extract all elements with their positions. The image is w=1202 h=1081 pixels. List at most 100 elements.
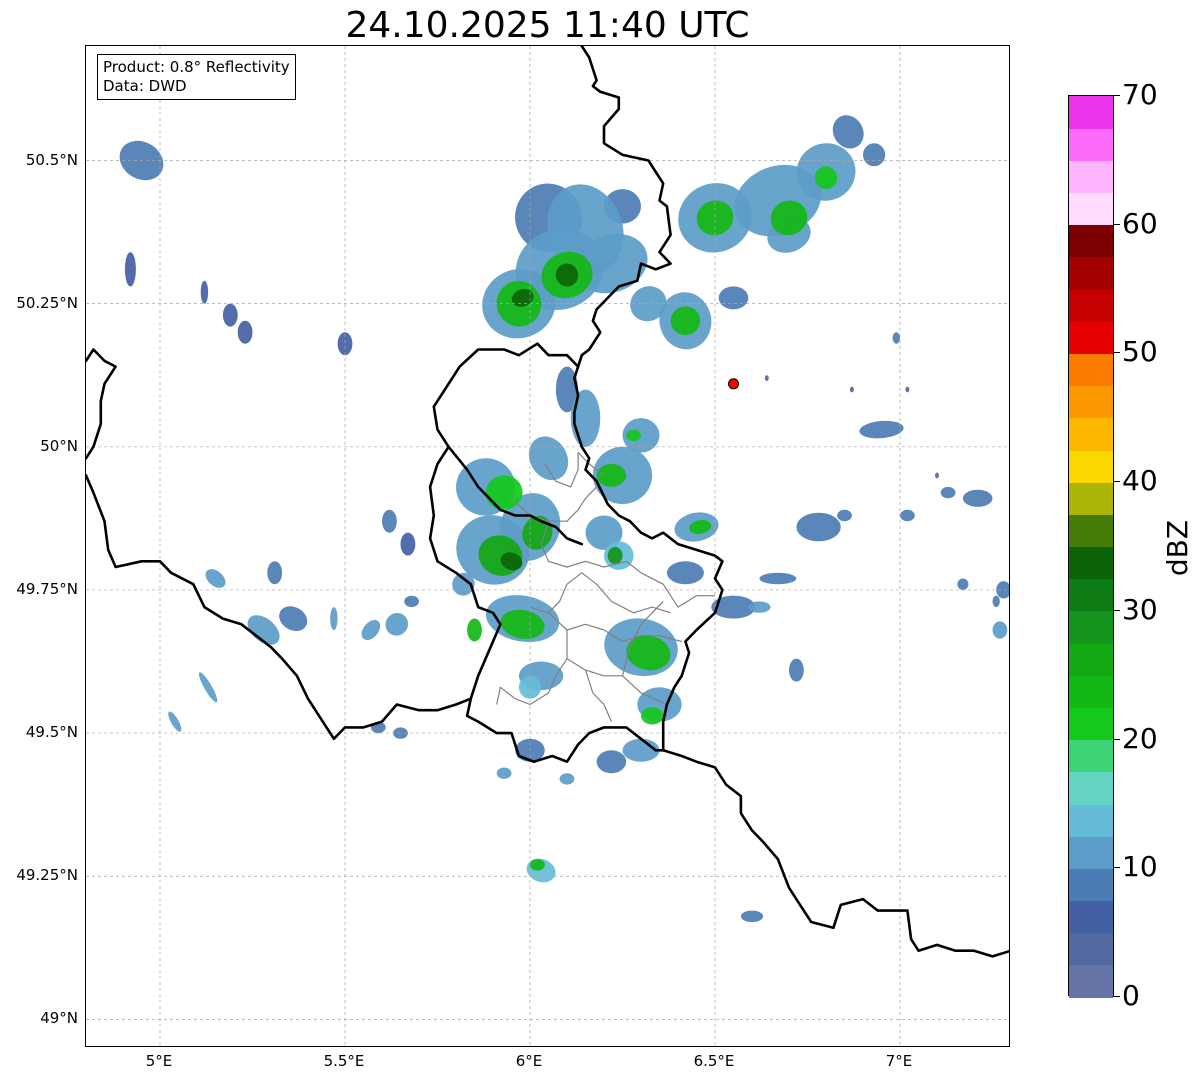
colorbar-segment	[1069, 321, 1113, 355]
colorbar-segment	[1069, 385, 1113, 419]
echo-cell	[718, 286, 749, 310]
lat-tick-label: 49.5°N	[25, 723, 78, 742]
colorbar-segment	[1069, 353, 1113, 387]
colorbar-segment	[1069, 803, 1113, 837]
colorbar-segment	[1069, 289, 1113, 322]
echo-cell	[124, 252, 136, 287]
echo-cell	[237, 320, 253, 344]
country-border	[661, 748, 1009, 958]
echo-cell	[526, 858, 556, 883]
colorbar-tick-mark	[1113, 481, 1120, 482]
lon-tick-label: 6.5°E	[693, 1052, 735, 1070]
colorbar-tick-label: 0	[1122, 979, 1140, 1012]
echo-cell	[892, 332, 900, 344]
colorbar-segment	[1069, 578, 1113, 612]
echo-cell	[935, 472, 939, 479]
info-box: Product: 0.8° Reflectivity Data: DWD	[97, 54, 296, 100]
marker-layer	[728, 378, 739, 390]
colorbar-segment	[1069, 610, 1113, 644]
lat-tick-label: 50.25°N	[16, 293, 78, 312]
colorbar-tick-label: 20	[1122, 722, 1158, 755]
colorbar-segment	[1069, 739, 1113, 773]
echo-cell	[748, 601, 771, 613]
echo-cell	[764, 375, 769, 381]
colorbar-tick-mark	[1113, 352, 1120, 353]
colorbar-tick-mark	[1113, 867, 1120, 868]
product-label: Product: 0.8° Reflectivity	[103, 58, 290, 76]
colorbar-segment	[1069, 224, 1113, 258]
colorbar-segment	[1069, 707, 1113, 741]
echo-cell	[596, 463, 627, 487]
echo-cell	[205, 569, 226, 588]
colorbar-segment	[1069, 160, 1113, 194]
colorbar-tick-mark	[1113, 996, 1120, 997]
colorbar-unit-label: dBZ	[1161, 519, 1194, 577]
colorbar-tick-label: 60	[1122, 207, 1158, 240]
lon-tick-label: 5°E	[145, 1052, 173, 1070]
colorbar-segment	[1069, 128, 1113, 161]
colorbar	[1068, 95, 1114, 998]
colorbar-tick-mark	[1113, 610, 1120, 611]
echo-cell	[330, 607, 338, 631]
echo-cell	[626, 429, 641, 441]
colorbar-segment	[1069, 836, 1113, 869]
echo-cell	[607, 547, 623, 565]
echo-cell	[900, 509, 915, 522]
echo-cell	[222, 303, 238, 327]
echo-cell	[528, 436, 569, 481]
country-border	[86, 474, 473, 741]
echo-cell	[267, 561, 283, 585]
colorbar-tick-label: 40	[1122, 464, 1158, 497]
colorbar-segment	[1069, 417, 1113, 451]
echo-cell	[740, 910, 764, 922]
echo-cell	[382, 509, 397, 533]
echo-cell	[992, 621, 1008, 639]
colorbar-tick-label: 30	[1122, 593, 1158, 626]
colorbar-segment	[1069, 449, 1113, 483]
colorbar-segment	[1069, 96, 1113, 129]
echo-cell	[957, 578, 969, 590]
echo-cell	[496, 767, 512, 779]
echo-cell	[759, 572, 797, 585]
lat-tick-label: 49°N	[40, 1009, 78, 1028]
echo-cell	[200, 280, 209, 304]
lat-tick-label: 50°N	[40, 436, 78, 455]
colorbar-tick-label: 70	[1122, 78, 1158, 111]
echo-cell	[962, 489, 993, 507]
colorbar-segment	[1069, 514, 1113, 548]
echo-cell	[467, 618, 482, 642]
data-source-label: Data: DWD	[103, 77, 187, 95]
colorbar-segment	[1069, 643, 1113, 676]
colorbar-segment	[1069, 900, 1113, 934]
colorbar-tick-label: 50	[1122, 335, 1158, 368]
lat-tick-label: 49.25°N	[16, 866, 78, 885]
colorbar-segment	[1069, 482, 1113, 515]
radar-map	[85, 45, 1010, 1047]
colorbar-segment	[1069, 932, 1113, 966]
colorbar-tick-label: 10	[1122, 850, 1158, 883]
echo-cell	[992, 595, 1000, 608]
colorbar-tick-mark	[1113, 224, 1120, 225]
echo-cell	[361, 619, 381, 641]
lon-tick-label: 5.5°E	[323, 1052, 365, 1070]
canton-border	[584, 669, 612, 722]
lon-tick-label: 7°E	[885, 1052, 913, 1070]
colorbar-segment	[1069, 192, 1113, 226]
echo-cell	[596, 750, 627, 774]
map-canvas	[86, 46, 1009, 1046]
echo-cell	[789, 658, 804, 682]
colorbar-segment	[1069, 964, 1113, 998]
echo-cell	[837, 509, 852, 522]
echo-cell	[168, 711, 182, 732]
canton-border	[529, 572, 671, 614]
echo-cell	[863, 143, 886, 167]
echo-cell	[859, 420, 904, 439]
colorbar-segment	[1069, 771, 1113, 805]
echo-cell	[404, 595, 419, 608]
echo-cell	[849, 386, 854, 393]
lat-tick-label: 49.75°N	[16, 579, 78, 598]
echo-cell	[559, 773, 575, 785]
colorbar-tick-mark	[1113, 95, 1120, 96]
echo-cell	[530, 859, 545, 871]
echo-cell	[279, 606, 308, 632]
